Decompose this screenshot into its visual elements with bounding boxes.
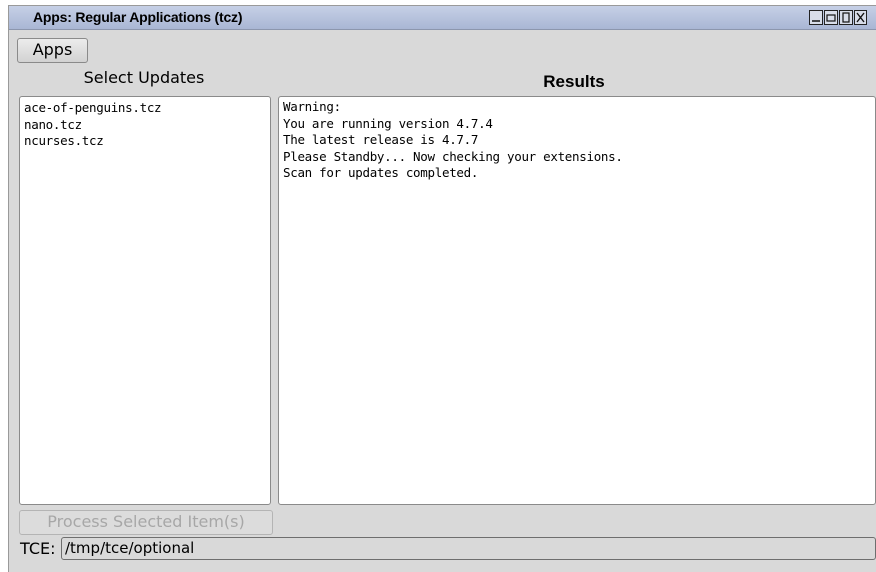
results-textarea[interactable]: Warning: You are running version 4.7.4 The… — [278, 96, 876, 505]
result-line: The latest release is 4.7.7 — [283, 132, 479, 147]
select-updates-heading: Select Updates — [83, 68, 205, 87]
result-line: Please Standby... Now checking your exte… — [283, 148, 623, 164]
close-icon[interactable] — [854, 10, 867, 25]
result-line: Warning: — [283, 99, 341, 114]
title-bar[interactable]: Apps: Regular Applications (tcz) — [9, 6, 876, 30]
results-text: Warning: You are running version 4.7.4 The… — [283, 99, 623, 182]
tce-path-field[interactable]: /tmp/tce/optional — [61, 537, 876, 560]
list-item[interactable]: ace-of-penguins.tcz — [24, 100, 162, 117]
maximize-icon[interactable] — [839, 10, 853, 25]
process-selected-button[interactable]: Process Selected Item(s) — [19, 510, 273, 535]
updates-list[interactable]: ace-of-penguins.tcz nano.tcz ncurses.tcz — [19, 96, 271, 505]
tce-label: TCE: — [20, 539, 56, 558]
app-window: Apps: Regular Applications (tcz) Apps Se… — [8, 5, 876, 572]
minimize-icon[interactable] — [809, 10, 823, 25]
list-item[interactable]: ncurses.tcz — [24, 133, 161, 150]
result-line: Scan for updates completed. — [283, 165, 479, 180]
restore-icon[interactable] — [824, 10, 838, 25]
list-item[interactable]: nano.tcz — [24, 117, 161, 134]
result-line: You are running version 4.7.4 — [283, 115, 493, 131]
window-title: Apps: Regular Applications (tcz) — [33, 9, 243, 25]
updates-list-items: ace-of-penguins.tcz nano.tcz ncurses.tcz — [24, 100, 162, 150]
apps-menu-button[interactable]: Apps — [17, 38, 88, 63]
results-heading: Results — [543, 72, 605, 91]
